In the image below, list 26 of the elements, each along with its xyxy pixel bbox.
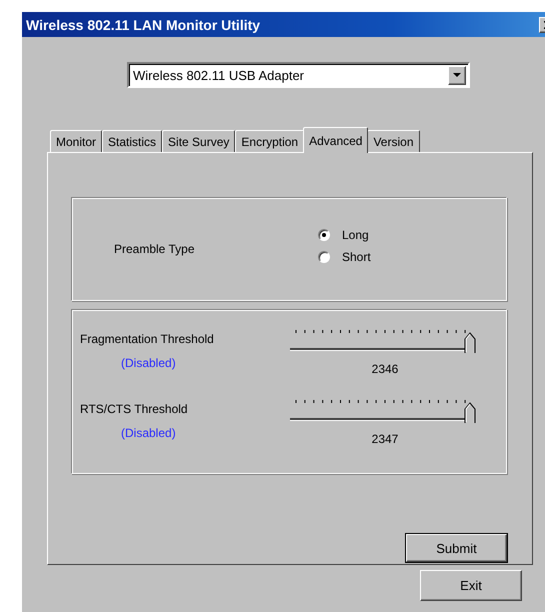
slider-thumb[interactable]	[464, 332, 476, 354]
tab[interactable]: Monitor	[50, 130, 102, 152]
exit-button[interactable]: Exit	[420, 570, 522, 601]
dropdown-arrow-button[interactable]	[448, 66, 466, 84]
radio-button[interactable]	[318, 251, 330, 263]
submit-button[interactable]: Submit	[406, 534, 507, 562]
tab[interactable]: Encryption	[235, 130, 304, 152]
preamble-label: Preamble Type	[114, 242, 196, 256]
status-text: (Disabled)	[121, 426, 177, 440]
radio-button[interactable]	[318, 229, 330, 241]
threshold-value: 2346	[372, 362, 398, 376]
caret-icon	[453, 73, 461, 77]
threshold-label: RTS/CTS Threshold	[80, 402, 189, 416]
adapter-dropdown[interactable]: Wireless 802.11 USB Adapter	[127, 62, 470, 88]
slider-thumb[interactable]	[464, 402, 476, 424]
radio-label: Short	[342, 250, 371, 264]
tab[interactable]: Advanced	[303, 127, 368, 153]
window-title: Wireless 802.11 LAN Monitor Utility	[26, 16, 260, 32]
radio-label: Long	[342, 228, 369, 242]
tab[interactable]: Site Survey	[162, 130, 236, 152]
dropdown-value: Wireless 802.11 USB Adapter	[133, 68, 304, 82]
threshold-value: 2347	[372, 432, 398, 446]
threshold-label: Fragmentation Threshold	[80, 332, 215, 346]
status-text: (Disabled)	[121, 356, 177, 370]
tab[interactable]: Version	[367, 130, 420, 152]
tab[interactable]: Statistics	[102, 130, 162, 152]
